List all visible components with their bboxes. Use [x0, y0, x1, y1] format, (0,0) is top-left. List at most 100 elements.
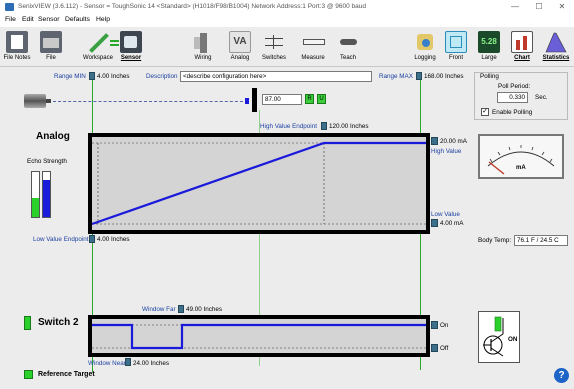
enable-polling-label: Enable Polling	[492, 109, 533, 116]
help-button[interactable]: ?	[554, 368, 569, 383]
switch-title: Switch 2	[38, 317, 79, 328]
switch-on-marker[interactable]	[431, 321, 438, 329]
target-indicator[interactable]	[252, 88, 257, 112]
ruler-icon	[302, 31, 325, 53]
body-temp-value: 76.1 F / 24.5 C	[514, 235, 568, 246]
sensor-button[interactable]: Sensor	[114, 31, 148, 65]
folder-icon	[40, 31, 62, 53]
low-endpoint-marker[interactable]	[89, 235, 95, 243]
switch-chart-panel	[88, 315, 430, 357]
wiring-icon	[192, 31, 214, 53]
sensor-image	[24, 94, 46, 108]
high-ma-marker[interactable]	[431, 137, 438, 145]
analog-meter: mA	[478, 134, 564, 179]
high-ma-value: 20.00 mA	[440, 138, 467, 145]
analog-button[interactable]: VA Analog	[225, 31, 255, 65]
title-bar: SenixVIEW (3.6.112) - Sensor = ToughSoni…	[0, 0, 574, 14]
switch-off-marker[interactable]	[431, 344, 438, 352]
low-endpoint-label: Low Value Endpoint	[33, 236, 89, 243]
close-button[interactable]: ✕	[551, 1, 573, 13]
description-label: Description	[146, 73, 178, 80]
maximize-button[interactable]: ☐	[528, 1, 550, 13]
menu-defaults[interactable]: Defaults	[65, 16, 90, 23]
low-endpoint-value: 4.00 Inches	[97, 236, 130, 243]
body-temp-label: Body Temp:	[478, 237, 512, 244]
minimize-button[interactable]: —	[504, 1, 526, 13]
analog-chart-svg	[92, 141, 426, 226]
echo-strength-label: Echo Strength	[27, 158, 67, 165]
switches-icon	[263, 31, 285, 53]
reference-target-label: Reference Target	[38, 371, 95, 378]
echo-bar-right	[42, 171, 51, 218]
chart-icon	[511, 31, 533, 53]
window-near-value: 24.00 Inches	[133, 360, 170, 367]
menu-sensor[interactable]: Sensor	[38, 16, 60, 23]
reference-target-indicator	[24, 370, 33, 379]
file-label: File	[46, 55, 56, 61]
range-max-label: Range MAX	[379, 73, 413, 80]
large-display-icon: 5.28	[478, 31, 500, 53]
enable-polling-checkbox[interactable]: ✓	[481, 108, 489, 116]
switches-button[interactable]: Switches	[259, 31, 289, 65]
r-button[interactable]: R	[305, 94, 314, 104]
statistics-icon	[545, 31, 567, 53]
range-max-marker[interactable]	[416, 72, 422, 80]
file-button[interactable]: File	[36, 31, 66, 65]
menu-edit[interactable]: Edit	[22, 16, 34, 23]
window-far-label: Window Far	[142, 306, 176, 313]
logging-label: Logging	[414, 55, 436, 61]
statistics-label: Statistics	[542, 55, 570, 61]
sensor-connector	[46, 99, 51, 103]
window-far-marker[interactable]	[178, 305, 184, 313]
polling-group-label: Polling	[480, 73, 499, 80]
meter-unit-label: mA	[516, 165, 526, 171]
teach-icon	[337, 31, 359, 53]
measure-label: Measure	[301, 55, 325, 61]
large-button[interactable]: 5.28 Large	[474, 31, 504, 65]
analog-title: Analog	[36, 131, 70, 142]
wiring-button[interactable]: Wiring	[188, 31, 218, 65]
low-ma-value: 4.00 mA	[440, 220, 464, 227]
high-value-label: High Value	[431, 148, 462, 155]
switch-off-label: Off	[440, 345, 449, 352]
low-ma-marker[interactable]	[431, 219, 438, 227]
window-far-value: 49.00 Inches	[186, 306, 223, 313]
range-min-value: 4.00 Inches	[97, 73, 130, 80]
file-notes-button[interactable]: File Notes	[2, 31, 32, 65]
poll-period-input[interactable]: 0.330	[497, 92, 528, 103]
output-state-label: ON	[508, 336, 518, 343]
poll-period-unit: Sec.	[535, 94, 548, 101]
measure-button[interactable]: Measure	[298, 31, 328, 65]
teach-label: Teach	[339, 55, 356, 61]
logging-button[interactable]: Logging	[410, 31, 440, 65]
range-min-marker[interactable]	[89, 72, 95, 80]
teach-button[interactable]: Teach	[333, 31, 363, 65]
high-endpoint-label: High Value Endpoint	[260, 123, 317, 130]
window-near-marker[interactable]	[125, 358, 131, 366]
file-notes-label: File Notes	[3, 55, 31, 61]
analog-output-curve	[92, 141, 426, 226]
statistics-button[interactable]: Statistics	[539, 31, 573, 65]
toolbar: File Notes File Workspace Sensor Wiring …	[0, 27, 574, 67]
chart-button[interactable]: Chart	[507, 31, 537, 65]
chart-label: Chart	[514, 55, 530, 61]
front-label: Front	[448, 55, 463, 61]
wiring-label: Wiring	[194, 55, 212, 61]
switch-state-led	[24, 316, 31, 330]
switch-output-curve	[92, 323, 426, 350]
description-input[interactable]: <describe configuration here>	[180, 71, 372, 82]
beam-arrow	[245, 98, 249, 104]
window-near-label: Window Near	[88, 360, 126, 367]
front-button[interactable]: Front	[441, 31, 471, 65]
u-button[interactable]: U	[317, 94, 326, 104]
menu-file[interactable]: File	[5, 16, 16, 23]
front-icon	[445, 31, 467, 53]
menu-help[interactable]: Help	[96, 16, 110, 23]
high-endpoint-value: 120.00 Inches	[329, 123, 369, 130]
logging-icon	[414, 31, 436, 53]
analog-label: Analog	[230, 55, 250, 61]
menu-bar: File Edit Sensor Defaults Help	[0, 14, 574, 27]
range-min-label: Range MIN	[54, 73, 86, 80]
high-endpoint-marker[interactable]	[321, 122, 327, 130]
analog-chart-panel	[88, 133, 430, 234]
